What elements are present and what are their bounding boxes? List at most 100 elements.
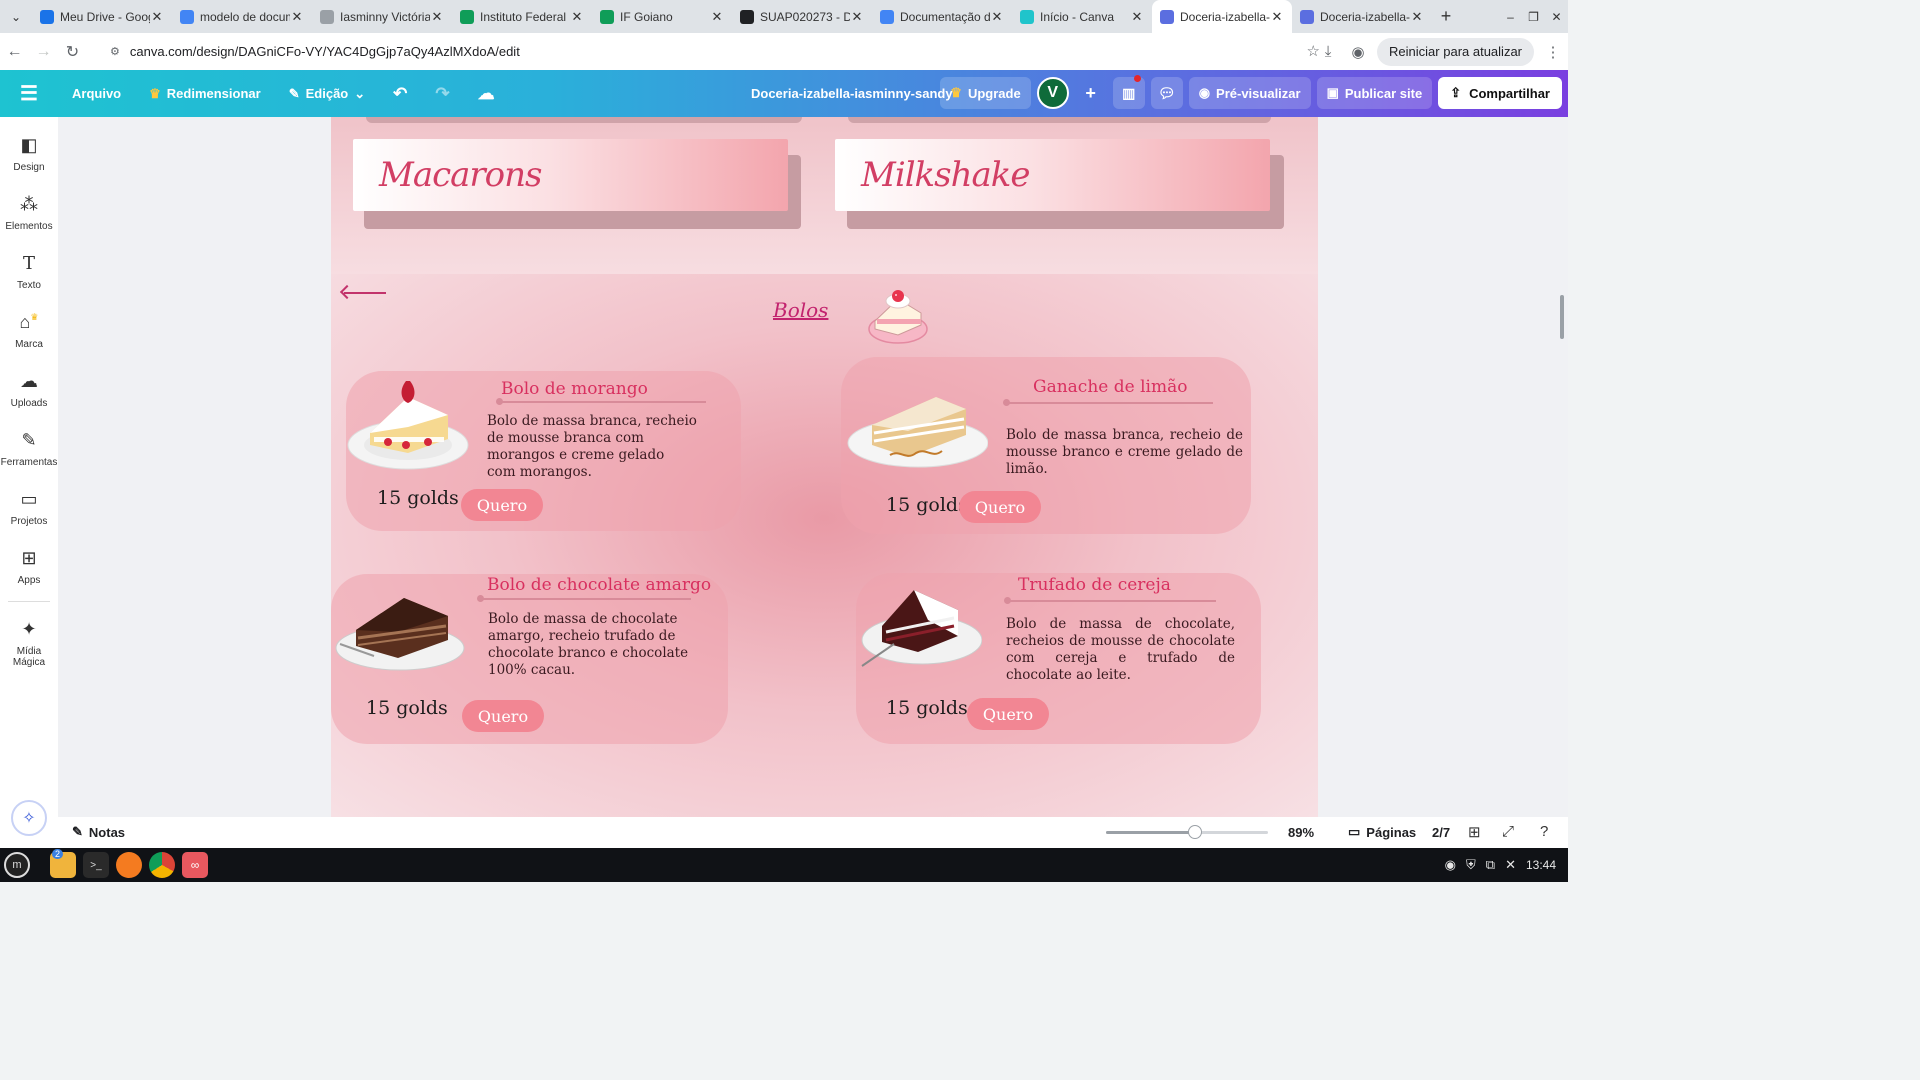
product-description[interactable]: Bolo de massa branca, recheio de mousse … <box>1006 427 1243 478</box>
tab-close-icon[interactable]: ✕ <box>150 9 164 25</box>
tab-close-icon[interactable]: ✕ <box>1130 9 1144 25</box>
edit-menu[interactable]: ✎ Edição ⌄ <box>275 86 379 102</box>
sidebar-item-elements[interactable]: ⁂ Elementos <box>0 194 58 232</box>
profile-icon[interactable]: ◉ <box>1343 43 1373 61</box>
product-name[interactable]: Bolo de chocolate amargo <box>487 575 711 595</box>
canva-ai-button[interactable]: ✧ <box>11 800 47 836</box>
help-icon[interactable]: ? <box>1540 823 1548 840</box>
comments-button[interactable]: 💬︎ <box>1150 77 1183 109</box>
product-name[interactable]: Bolo de morango <box>501 379 648 399</box>
sidebar-item-design[interactable]: ◧ Design <box>0 135 58 173</box>
upgrade-button[interactable]: ♛ Upgrade <box>940 77 1031 109</box>
tab-close-icon[interactable]: ✕ <box>990 9 1004 25</box>
preview-button[interactable]: ◉ Pré-visualizar <box>1188 77 1311 109</box>
product-description[interactable]: Bolo de massa de chocolate, recheios de … <box>1006 616 1235 684</box>
clock[interactable]: 13:44 <box>1526 858 1556 872</box>
avatar[interactable]: V <box>1036 77 1069 109</box>
zoom-slider-knob[interactable] <box>1188 825 1203 839</box>
want-button[interactable]: Quero <box>967 698 1049 730</box>
zoom-slider[interactable] <box>1106 825 1268 839</box>
vertical-scrollbar[interactable] <box>1560 295 1564 339</box>
reload-icon[interactable]: ↻ <box>58 42 87 62</box>
browser-tab[interactable]: Instituto Federal ✕ <box>452 0 592 33</box>
tab-close-icon[interactable]: ✕ <box>1270 9 1284 25</box>
browser-tab[interactable]: Iasminny Victória ✕ <box>312 0 452 33</box>
fullscreen-icon[interactable]: ⤢ <box>1502 823 1514 840</box>
product-price[interactable]: 15 golds <box>377 487 459 509</box>
app-icon[interactable]: ∞ <box>182 852 208 878</box>
add-collaborator-button[interactable]: + <box>1075 77 1107 109</box>
sidebar-item-magic-media[interactable]: ✦ Mídia Mágica <box>0 619 58 668</box>
firefox-icon[interactable] <box>116 852 142 878</box>
volume-muted-icon[interactable]: ✕ <box>1505 857 1516 873</box>
share-button[interactable]: ⇪ Compartilhar <box>1438 77 1562 109</box>
browser-tab[interactable]: SUAP020273 - De ✕ <box>732 0 872 33</box>
new-tab-button[interactable]: + <box>1432 6 1460 27</box>
terminal-icon[interactable]: >_ <box>83 852 109 878</box>
browser-tab[interactable]: Início - Canva ✕ <box>1012 0 1152 33</box>
tab-search-chevron-icon[interactable]: ⌄ <box>0 0 32 33</box>
tab-close-icon[interactable]: ✕ <box>1410 9 1424 25</box>
sidebar-item-tools[interactable]: ✎ Ferramentas <box>0 430 58 468</box>
redo-button[interactable]: ↷ <box>421 84 463 104</box>
notes-button[interactable]: ✎ Notas <box>72 824 125 840</box>
product-name[interactable]: Ganache de limão <box>1033 377 1187 397</box>
grid-view-icon[interactable]: ⊞ <box>1468 823 1481 841</box>
more-menu-icon[interactable]: ⋮ <box>1538 43 1568 61</box>
tab-close-icon[interactable]: ✕ <box>430 9 444 25</box>
close-window-icon[interactable]: ✕ <box>1545 10 1568 24</box>
tab-close-icon[interactable]: ✕ <box>850 9 864 25</box>
design-page[interactable]: Macarons Milkshake Bolos Bolo de morango… <box>331 117 1318 817</box>
browser-tab[interactable]: Doceria-izabella- ✕ <box>1292 0 1432 33</box>
sidebar-item-uploads[interactable]: ☁ Uploads <box>0 371 58 409</box>
browser-tab[interactable]: Documentação d ✕ <box>872 0 1012 33</box>
back-arrow-icon[interactable] <box>344 292 386 294</box>
forward-icon[interactable]: → <box>29 43 58 61</box>
resize-menu[interactable]: ♛ Redimensionar <box>135 86 275 102</box>
product-price[interactable]: 15 golds <box>366 697 448 719</box>
tab-close-icon[interactable]: ✕ <box>710 9 724 25</box>
banner-macarons[interactable]: Macarons <box>353 139 788 211</box>
cloud-saved-button[interactable]: ☁ <box>464 84 509 104</box>
product-price[interactable]: 15 golds <box>886 697 968 719</box>
sidebar-item-text[interactable]: T Texto <box>0 253 58 291</box>
product-description[interactable]: Bolo de massa de chocolate amargo, reche… <box>488 611 698 679</box>
files-folder-icon[interactable]: 2 <box>50 849 76 878</box>
zoom-level[interactable]: 89% <box>1288 825 1314 840</box>
eye-tray-icon[interactable]: ◉ <box>1445 857 1456 873</box>
network-icon[interactable]: ⧉ <box>1486 857 1495 873</box>
browser-tab[interactable]: Meu Drive - Goog ✕ <box>32 0 172 33</box>
restart-to-update-button[interactable]: Reiniciar para atualizar <box>1377 37 1534 66</box>
want-button[interactable]: Quero <box>461 489 543 521</box>
product-name[interactable]: Trufado de cereja <box>1018 575 1171 595</box>
hamburger-menu-icon[interactable]: ☰ <box>0 81 58 106</box>
system-menu-icon[interactable]: m <box>4 852 30 878</box>
url-field[interactable]: ⚙ canva.com/design/DAGniCFo-VY/YAC4DgGjp… <box>100 37 1330 66</box>
browser-tab[interactable]: IF Goiano ✕ <box>592 0 732 33</box>
tab-close-icon[interactable]: ✕ <box>290 9 304 25</box>
banner-milkshake[interactable]: Milkshake <box>835 139 1270 211</box>
document-title[interactable]: Doceria-izabella-iasminny-sandy <box>751 86 953 101</box>
file-menu[interactable]: Arquivo <box>58 86 135 101</box>
browser-tab[interactable]: Doceria-izabella- ✕ <box>1152 0 1292 33</box>
browser-tab[interactable]: modelo de docum ✕ <box>172 0 312 33</box>
restore-icon[interactable]: ❐ <box>1522 10 1545 24</box>
want-button[interactable]: Quero <box>462 700 544 732</box>
product-price[interactable]: 15 golds <box>886 494 968 516</box>
download-icon[interactable]: ⤓ <box>1313 43 1343 60</box>
chrome-icon[interactable] <box>149 852 175 878</box>
sidebar-item-projects[interactable]: ▭ Projetos <box>0 489 58 527</box>
publish-site-button[interactable]: ▣ Publicar site <box>1316 77 1433 109</box>
back-icon[interactable]: ← <box>0 43 29 61</box>
minimize-icon[interactable]: – <box>1499 10 1522 24</box>
sidebar-item-brand[interactable]: ⌂♛ Marca <box>0 312 58 350</box>
want-button[interactable]: Quero <box>959 491 1041 523</box>
sidebar-item-apps[interactable]: ⊞ Apps <box>0 548 58 586</box>
product-description[interactable]: Bolo de massa branca, recheio de mousse … <box>487 413 697 481</box>
undo-button[interactable]: ↶ <box>379 84 421 104</box>
shield-icon[interactable]: ⛨ <box>1466 857 1476 873</box>
tab-close-icon[interactable]: ✕ <box>570 9 584 25</box>
pages-button[interactable]: ▭ Páginas <box>1348 824 1416 840</box>
insights-button[interactable]: ▥ <box>1112 75 1145 109</box>
section-title[interactable]: Bolos <box>773 298 828 322</box>
